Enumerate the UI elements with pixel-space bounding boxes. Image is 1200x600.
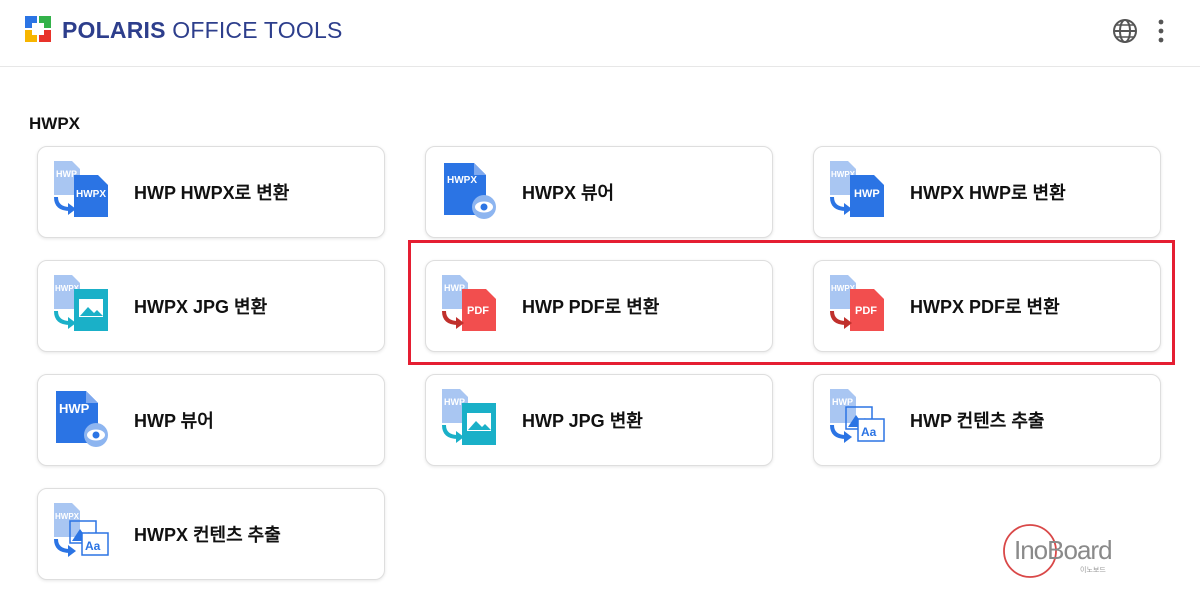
hwpx-to-pdf-icon: HWPX PDF	[830, 275, 884, 331]
tool-card-label: HWP 컨텐츠 추출	[910, 411, 1045, 431]
hwpx-viewer-icon: HWPX	[444, 163, 496, 219]
tool-card-hwp-to-jpg[interactable]: HWP HWP JPG 변환	[425, 374, 773, 466]
tool-card-hwpx-to-pdf[interactable]: HWPX PDF HWPX PDF로 변환	[813, 260, 1161, 352]
inoboard-watermark-logo: InoBoard 이노보드	[1003, 524, 1113, 578]
top-bar: POLARIS OFFICE TOOLS	[0, 0, 1200, 67]
hwp-to-pdf-icon: HWP PDF	[442, 275, 496, 331]
hwpx-to-hwp-convert-icon: HWPX HWP	[830, 161, 884, 217]
icon-text-aa: Aa	[85, 539, 101, 553]
tool-card-label: HWPX 컨텐츠 추출	[134, 525, 281, 545]
tool-card-hwp-to-hwpx[interactable]: HWP HWPX HWP HWPX로 변환	[37, 146, 385, 238]
hwp-viewer-icon: HWP	[56, 391, 108, 447]
icon-text-aa: Aa	[861, 425, 877, 439]
tool-card-label: HWP PDF로 변환	[522, 297, 660, 317]
globe-icon[interactable]	[1111, 17, 1139, 45]
hwp-content-extract-icon: HWP Aa	[830, 389, 885, 443]
icon-text-hwpx: HWPX	[447, 175, 477, 186]
hwp-to-hwpx-convert-icon: HWP HWPX	[54, 161, 108, 217]
tool-card-hwp-to-pdf[interactable]: HWP PDF HWP PDF로 변환	[425, 260, 773, 352]
icon-text-hwp: HWP	[444, 283, 465, 293]
tool-card-label: HWPX HWP로 변환	[910, 183, 1066, 203]
tool-card-label: HWP 뷰어	[134, 411, 214, 431]
tool-card-label: HWPX PDF로 변환	[910, 297, 1060, 317]
brand-title-rest: OFFICE TOOLS	[165, 17, 343, 43]
tool-card-hwpx-content-extract[interactable]: HWPX Aa HWPX 컨텐츠 추출	[37, 488, 385, 580]
tool-card-label: HWPX JPG 변환	[134, 297, 268, 317]
icon-text-pdf: PDF	[467, 305, 489, 317]
icon-text-hwp: HWP	[854, 188, 880, 200]
tool-card-hwpx-to-jpg[interactable]: HWPX HWPX JPG 변환	[37, 260, 385, 352]
tool-card-label: HWP HWPX로 변환	[134, 183, 290, 203]
icon-text-hwp: HWP	[59, 401, 90, 416]
brand-title-bold: POLARIS	[62, 17, 166, 43]
hwpx-to-jpg-icon: HWPX	[54, 275, 108, 331]
more-options-icon[interactable]	[1152, 18, 1170, 44]
tool-card-hwpx-viewer[interactable]: HWPX HWPX 뷰어	[425, 146, 773, 238]
polaris-logo-icon[interactable]	[25, 16, 51, 42]
hwpx-content-extract-icon: HWPX Aa	[54, 503, 109, 557]
tool-card-hwp-content-extract[interactable]: HWP Aa HWP 컨텐츠 추출	[813, 374, 1161, 466]
icon-text-hwp: HWP	[444, 397, 465, 407]
watermark-text: InoBoard	[1014, 535, 1112, 565]
section-title: HWPX	[29, 114, 80, 133]
tool-card-label: HWP JPG 변환	[522, 411, 643, 431]
hwp-to-jpg-icon: HWP	[442, 389, 496, 445]
icon-text-hwp: HWP	[832, 397, 853, 407]
icon-text-hwpx: HWPX	[55, 512, 80, 521]
icon-text-hwpx: HWPX	[76, 189, 106, 200]
tool-card-label: HWPX 뷰어	[522, 183, 615, 203]
tool-card-hwp-viewer[interactable]: HWP HWP 뷰어	[37, 374, 385, 466]
icon-text-hwp: HWP	[56, 169, 77, 179]
watermark-subtext: 이노보드	[1080, 565, 1106, 574]
icon-text-pdf: PDF	[855, 305, 877, 317]
brand-title[interactable]: POLARIS OFFICE TOOLS	[62, 17, 342, 44]
tool-card-hwpx-to-hwp[interactable]: HWPX HWP HWPX HWP로 변환	[813, 146, 1161, 238]
